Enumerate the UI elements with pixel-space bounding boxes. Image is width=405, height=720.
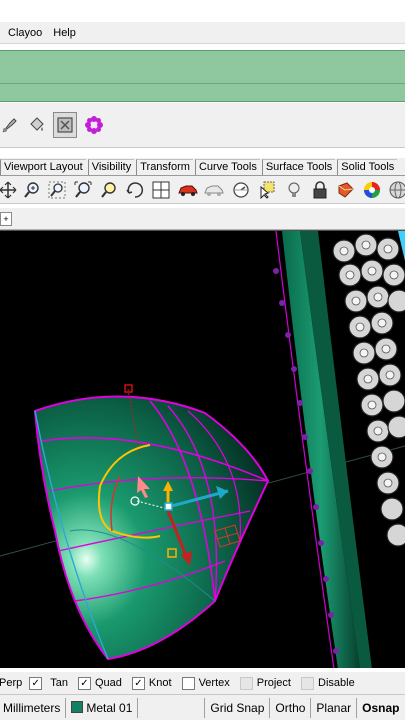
osnap-perp-label: Perp <box>0 677 23 689</box>
layer-color-swatch <box>71 701 84 714</box>
osnap-knot-checkbox[interactable]: ✓ <box>131 676 145 690</box>
osnap-quad-checkbox[interactable]: ✓ <box>78 676 91 690</box>
lock-icon[interactable] <box>309 179 331 201</box>
planar-toggle[interactable]: Planar <box>311 697 358 718</box>
gumball-scale-handle[interactable] <box>164 502 173 511</box>
osnap-vertex-checkbox[interactable] <box>181 676 195 690</box>
perspective-viewport[interactable] <box>0 230 405 668</box>
render-window-icon[interactable] <box>53 112 77 138</box>
osnap-bar: Perp ✓ Tan ✓ Quad ✓ Knot Vertex Project … <box>0 672 405 694</box>
status-bar: Millimeters Metal 01 Grid Snap Ortho Pla… <box>0 694 405 720</box>
osnap-tan-checkbox[interactable]: ✓ <box>29 676 43 690</box>
menu-bar: Clayoo Help <box>0 22 405 44</box>
standard-toolbar <box>0 176 405 204</box>
car-icon[interactable] <box>177 179 199 201</box>
osnap-disable-checkbox[interactable] <box>301 676 314 690</box>
select-icon[interactable] <box>256 179 278 201</box>
units-display[interactable]: Millimeters <box>0 697 67 718</box>
osnap-project-label: Project <box>256 677 291 689</box>
ortho-toggle[interactable]: Ortho <box>270 697 312 718</box>
command-history-area[interactable] <box>0 50 405 102</box>
zoom-icon[interactable] <box>21 179 43 201</box>
osnap-quad-label: Quad <box>95 677 122 689</box>
material-icon[interactable] <box>335 179 357 201</box>
paint-brush-icon[interactable] <box>0 112 22 138</box>
layer-name: Metal 01 <box>86 700 133 715</box>
zoom-window-icon[interactable] <box>46 179 68 201</box>
tab-transform[interactable]: Transform <box>136 159 193 175</box>
osnap-disable[interactable]: Disable <box>301 676 355 690</box>
osnap-knot[interactable]: ✓ Knot <box>131 676 172 690</box>
layer-display[interactable]: Metal 01 <box>66 697 139 718</box>
osnap-disable-label: Disable <box>318 677 355 689</box>
gauge-icon[interactable] <box>230 179 252 201</box>
shell-surface[interactable] <box>33 395 270 661</box>
tab-viewport-layout[interactable]: Viewport Layout <box>0 159 86 175</box>
window-top-edge <box>0 0 405 22</box>
grid-snap-toggle[interactable]: Grid Snap <box>204 697 271 718</box>
viewport-tab-add-icon[interactable]: + <box>0 212 12 226</box>
command-prompt-divider <box>0 83 405 84</box>
osnap-project[interactable]: Project <box>239 676 291 690</box>
four-viewports-icon[interactable] <box>150 179 172 201</box>
menu-help[interactable]: Help <box>53 27 76 39</box>
tab-solid-tools[interactable]: Solid Tools <box>337 159 398 175</box>
tab-curve-tools[interactable]: Curve Tools <box>194 159 260 175</box>
tab-surface-tools[interactable]: Surface Tools <box>261 159 336 175</box>
render-toolbar <box>0 103 405 148</box>
osnap-project-checkbox[interactable] <box>239 676 253 690</box>
ribbon-tabs: Viewport Layout Visibility Transform Cur… <box>0 158 405 176</box>
sphere-icon[interactable] <box>387 179 405 201</box>
wireframe-car-icon[interactable] <box>203 179 225 201</box>
tab-visibility[interactable]: Visibility <box>87 159 135 175</box>
osnap-toggle[interactable]: Osnap <box>357 698 404 718</box>
osnap-quad[interactable]: ✓ Quad <box>78 676 122 690</box>
osnap-vertex-label: Vertex <box>198 677 230 689</box>
osnap-vertex[interactable]: Vertex <box>181 676 230 690</box>
zoom-extents-icon[interactable] <box>72 179 94 201</box>
color-wheel-icon[interactable] <box>361 179 383 201</box>
zoom-selected-icon[interactable] <box>98 179 120 201</box>
menu-clayoo[interactable]: Clayoo <box>8 27 42 39</box>
viewport-tab-strip: + <box>0 208 405 230</box>
light-bulb-icon[interactable] <box>283 179 305 201</box>
gumball-handle-top[interactable] <box>124 384 133 393</box>
status-spacer <box>138 698 204 718</box>
osnap-knot-label: Knot <box>148 677 172 689</box>
rotate-view-icon[interactable] <box>124 179 146 201</box>
pan-arrows-icon[interactable] <box>0 179 19 201</box>
osnap-tan[interactable]: Tan <box>50 677 68 689</box>
osnap-perp[interactable]: Perp ✓ <box>0 676 46 690</box>
gear-flower-icon[interactable] <box>82 112 106 138</box>
osnap-tan-label: Tan <box>50 677 68 689</box>
paint-bucket-icon[interactable] <box>25 112 49 138</box>
